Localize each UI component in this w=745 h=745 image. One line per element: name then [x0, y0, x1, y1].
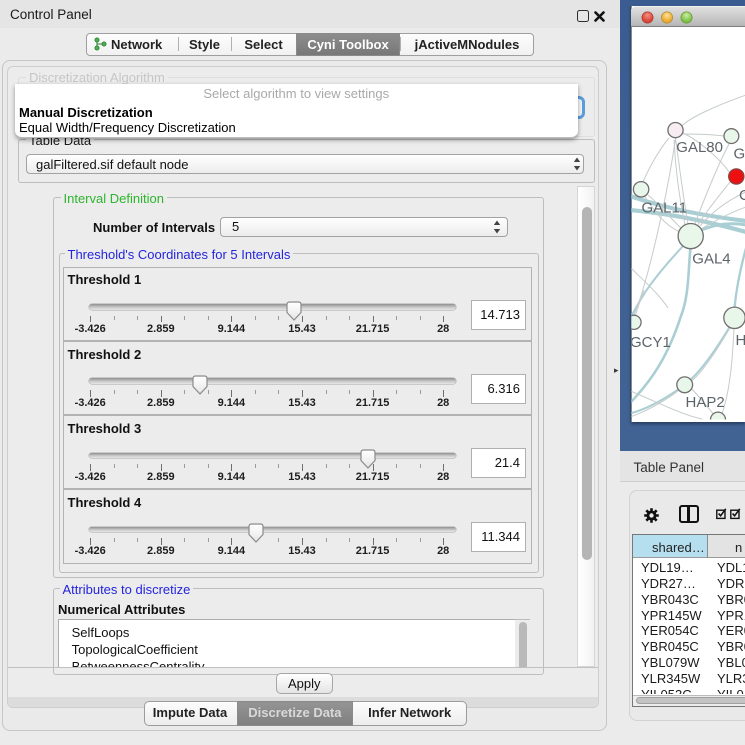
svg-text:GAL80: GAL80: [676, 139, 723, 156]
svg-text:GA: GA: [734, 146, 745, 163]
svg-text:C: C: [739, 187, 745, 204]
svg-text:GAL11: GAL11: [642, 200, 688, 217]
svg-text:GCY1: GCY1: [630, 334, 671, 351]
svg-text:HAP2: HAP2: [686, 394, 725, 411]
svg-text:GAL4: GAL4: [692, 251, 730, 268]
svg-text:H: H: [736, 332, 745, 349]
